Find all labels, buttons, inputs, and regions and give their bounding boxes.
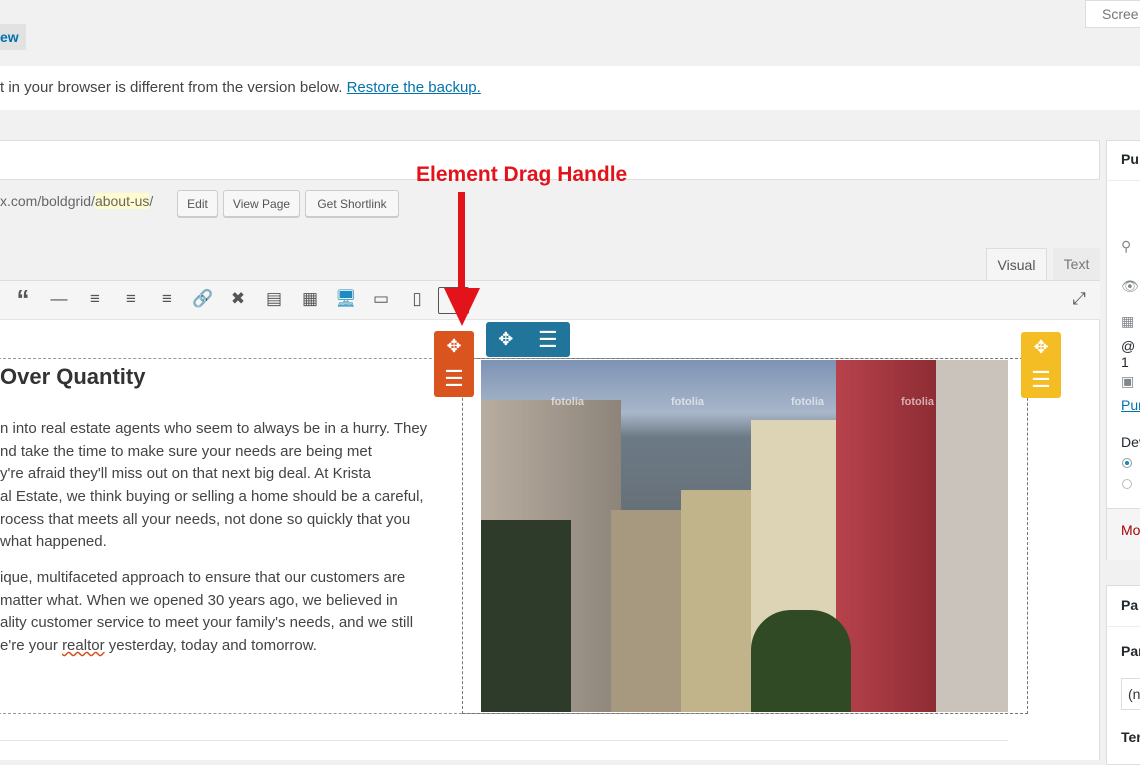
schedule-text: @ 1 <box>1121 338 1136 370</box>
backup-notice: t in your browser is different from the … <box>0 66 1140 110</box>
paragraph-line: rocess that meets all your needs, not do… <box>0 511 411 528</box>
notice-text: t in your browser is different from the … <box>0 79 343 96</box>
permalink-suffix: / <box>149 193 154 209</box>
view-page-button[interactable]: View Page <box>223 190 300 217</box>
unlink-icon[interactable]: ✖ <box>227 288 249 310</box>
paragraph-line: y're afraid they'll miss out on that nex… <box>0 465 371 482</box>
paragraph-line: matter what. When we opened 30 years ago… <box>0 592 398 609</box>
move-to-trash-link[interactable]: Mo <box>1121 522 1140 538</box>
visibility-icon: 👁 <box>1121 278 1139 294</box>
text: yesterday, today and tomorrow. <box>104 637 317 654</box>
watermark: fotolia <box>671 396 704 408</box>
toolbar-toggle-icon[interactable]: ▦ <box>299 288 321 310</box>
sidebar-link[interactable]: Pur <box>1121 397 1140 413</box>
column-drag-handle[interactable]: ✥ ☰ <box>434 331 474 397</box>
permalink-prefix: x.com/boldgrid/ <box>0 193 95 209</box>
parent-select[interactable]: (n <box>1121 678 1140 710</box>
align-center-icon[interactable]: ≡ <box>120 288 142 310</box>
screen-options-button[interactable]: Scree <box>1085 0 1140 28</box>
page-attributes-title: Pa <box>1121 597 1139 613</box>
preview-button[interactable]: ew <box>0 24 26 50</box>
fullscreen-icon[interactable]: ⤢ <box>1068 288 1090 310</box>
horizontal-line-icon[interactable]: — <box>48 288 70 310</box>
image-drag-handle[interactable]: ✥ ☰ <box>1021 332 1061 398</box>
align-left-icon[interactable]: ≡ <box>84 288 106 310</box>
tablet-view-icon[interactable]: ▭ <box>370 288 392 310</box>
read-more-icon[interactable]: ▤ <box>263 288 285 310</box>
edit-permalink-button[interactable]: Edit <box>177 190 218 217</box>
divider <box>0 740 1008 741</box>
permalink: x.com/boldgrid/about-us/ <box>0 193 153 209</box>
watermark: fotolia <box>791 396 824 408</box>
device-radio-2[interactable] <box>1122 479 1132 489</box>
annotation-arrow <box>444 192 480 326</box>
blockquote-icon[interactable]: “ <box>12 286 34 312</box>
tab-visual[interactable]: Visual <box>986 248 1047 281</box>
paragraph-line: nd take the time to make sure your needs… <box>0 443 372 460</box>
row-drag-handle[interactable]: ✥ ☰ <box>486 322 570 357</box>
calendar-icon: ▦ <box>1121 313 1135 329</box>
move-icon[interactable]: ✥ <box>446 336 461 357</box>
permalink-slug[interactable]: about-us <box>94 193 150 209</box>
misspelled-word[interactable]: realtor <box>62 637 105 654</box>
city-buildings-image[interactable]: fotolia fotolia fotolia fotolia <box>481 360 1008 712</box>
move-icon[interactable]: ✥ <box>498 329 513 350</box>
link-icon[interactable]: 🔗 <box>192 288 214 310</box>
paragraph-line: ality customer service to meet your fami… <box>0 614 414 631</box>
paragraph-line: what happened. <box>0 533 107 550</box>
move-icon[interactable]: ✥ <box>1033 337 1048 358</box>
paragraph-line: e're your realtor yesterday, today and t… <box>0 635 317 658</box>
menu-icon[interactable]: ☰ <box>538 327 558 353</box>
section-heading: Over Quantity <box>0 364 146 389</box>
image-icon: ▣ <box>1121 373 1135 389</box>
restore-backup-link[interactable]: Restore the backup. <box>347 79 481 96</box>
template-label: Ter <box>1121 729 1140 745</box>
publish-title: Pu <box>1121 151 1139 167</box>
parent-label: Par <box>1121 643 1140 659</box>
phone-view-icon[interactable]: ▯ <box>406 288 428 310</box>
paragraph-line: n into real estate agents who seem to al… <box>0 420 428 437</box>
menu-icon[interactable]: ☰ <box>1031 367 1051 393</box>
annotation-label: Element Drag Handle <box>416 163 628 186</box>
text: e're your <box>0 637 63 654</box>
desktop-view-icon[interactable]: 🖥 <box>335 288 357 310</box>
tab-text[interactable]: Text <box>1053 248 1100 280</box>
menu-icon[interactable]: ☰ <box>444 366 464 392</box>
paragraph-line: al Estate, we think buying or selling a … <box>0 488 424 505</box>
device-label: Dev <box>1121 434 1140 450</box>
device-radio-1[interactable] <box>1122 458 1132 468</box>
align-right-icon[interactable]: ≡ <box>156 288 178 310</box>
get-shortlink-button[interactable]: Get Shortlink <box>305 190 399 217</box>
watermark: fotolia <box>901 396 934 408</box>
paragraph-line: ique, multifaceted approach to ensure th… <box>0 569 406 586</box>
pin-icon: ⚲ <box>1121 238 1132 254</box>
watermark: fotolia <box>551 396 584 408</box>
